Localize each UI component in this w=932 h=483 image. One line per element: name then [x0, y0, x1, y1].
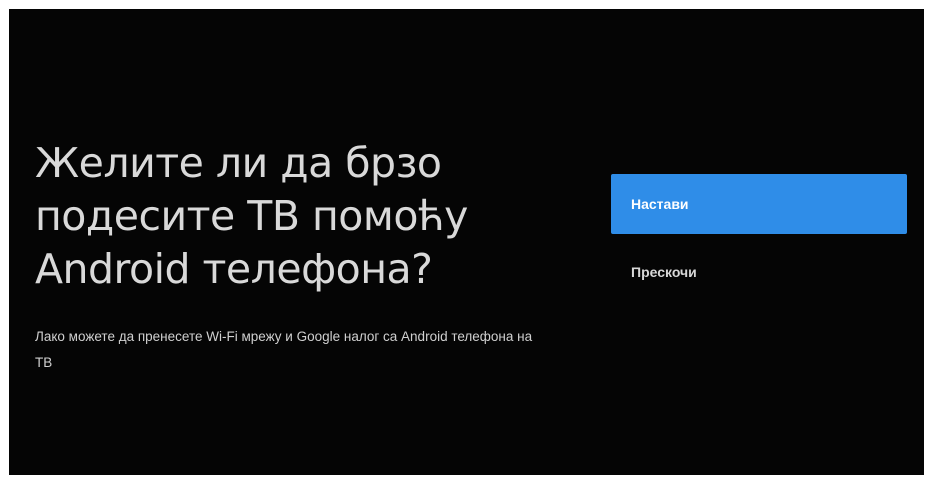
title-line-3: Android телефона?: [35, 245, 433, 293]
continue-button[interactable]: Настави: [611, 174, 907, 234]
skip-button[interactable]: Прескочи: [611, 242, 907, 302]
page-title: Желите ли да брзо подесите ТВ помоћу And…: [35, 137, 555, 296]
tv-setup-screen: Желите ли да брзо подесите ТВ помоћу And…: [9, 9, 924, 475]
title-line-1: Желите ли да брзо: [35, 139, 442, 187]
prompt-panel: Желите ли да брзо подесите ТВ помоћу And…: [35, 137, 555, 376]
page-description: Лако можете да пренесете Wi-Fi мрежу и G…: [35, 329, 533, 370]
title-line-2: подесите ТВ помоћу: [35, 192, 468, 240]
action-list: Настави Прескочи: [611, 174, 907, 302]
